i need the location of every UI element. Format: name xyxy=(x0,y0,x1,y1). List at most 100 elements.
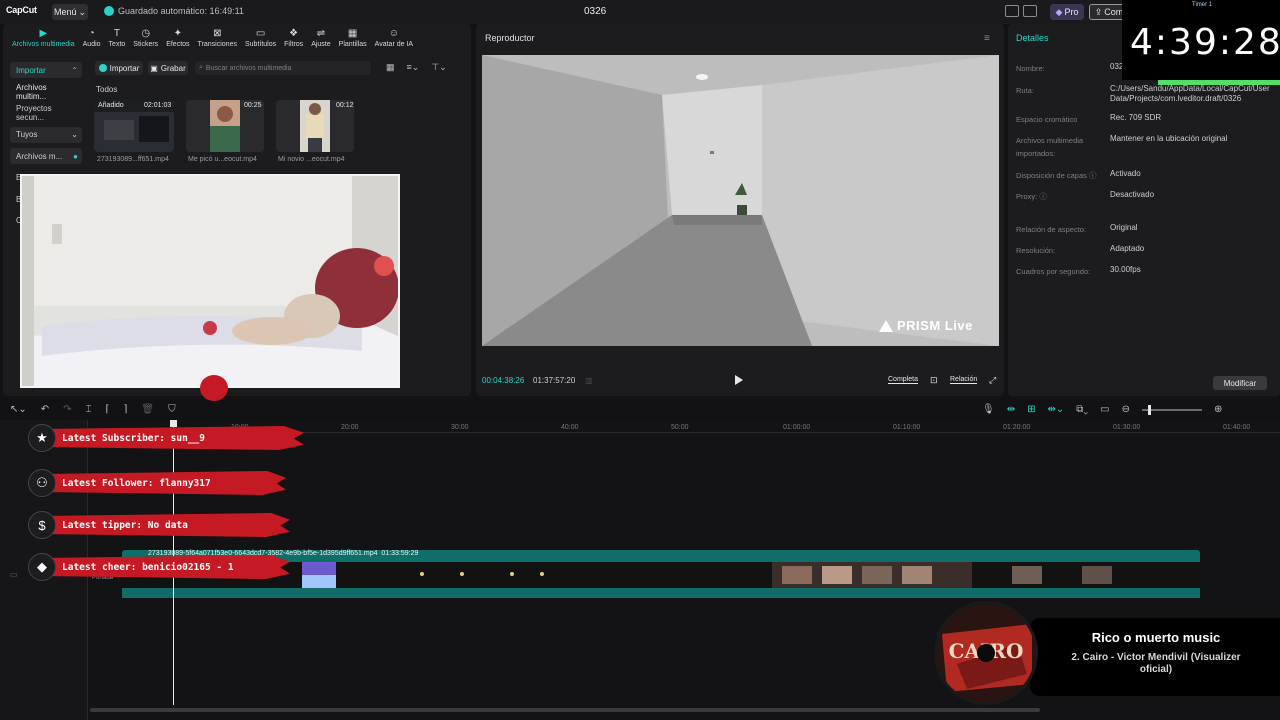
star-icon: ★ xyxy=(28,424,56,452)
chevron-up-icon: ⌃ xyxy=(71,65,78,75)
tab-audio[interactable]: ◔ Audio xyxy=(79,28,105,49)
link-icon[interactable]: ⇹ xyxy=(1007,404,1015,415)
alert-text: Latest Subscriber: sun__9 xyxy=(52,426,304,450)
zoom-slider[interactable] xyxy=(1141,404,1202,415)
split-icon[interactable]: ⌶ xyxy=(86,404,92,415)
export-icon: ⇪ xyxy=(1094,6,1103,17)
detail-row: Proxy: ⓘ xyxy=(1016,190,1047,203)
redo-icon[interactable]: ↷ xyxy=(63,404,71,415)
timer-label: Timer 1 xyxy=(1192,2,1213,8)
autosave-label: Guardado automático: 16:49:11 xyxy=(118,6,244,16)
info-icon[interactable]: ⓘ xyxy=(1087,171,1097,180)
sidebar-item-import[interactable]: Importar ⌃ xyxy=(10,62,82,78)
menu-button[interactable]: Menú ⌄ xyxy=(52,4,88,20)
sidebar-item-media[interactable]: Archivos multim... xyxy=(10,83,82,101)
video-frame xyxy=(482,55,999,346)
select-cursor-icon[interactable]: ↖⌄ xyxy=(10,404,27,415)
tab-filters[interactable]: ❖ Filtros xyxy=(280,27,307,49)
ruler-tick: 50:00 xyxy=(671,424,689,431)
trim-left-icon[interactable]: ⌈ xyxy=(106,404,110,415)
filter-icon[interactable]: ⊤⌄ xyxy=(431,62,446,73)
filters-icon: ❖ xyxy=(289,27,299,39)
tab-subtitles[interactable]: ▭ Subtítulos xyxy=(241,27,280,49)
track-lock-icon[interactable]: ▭ xyxy=(10,570,18,579)
timeline-view-icon[interactable]: ▥ xyxy=(585,376,593,385)
record-label: Grabar xyxy=(160,63,186,73)
text-icon: T xyxy=(113,27,120,39)
record-button[interactable]: ▣ Grabar xyxy=(148,61,188,75)
trim-right-icon[interactable]: ⌉ xyxy=(123,404,127,415)
layout-icon[interactable] xyxy=(1005,5,1019,17)
alert-banner: ◆ Latest cheer: benicio02165 - 1 xyxy=(28,552,290,582)
import-button[interactable]: Importar xyxy=(95,61,143,75)
horizontal-scrollbar[interactable] xyxy=(90,708,1040,712)
menu-icon[interactable]: ≡ xyxy=(984,33,990,44)
tab-label: Subtítulos xyxy=(244,41,277,48)
tab-adjust[interactable]: ⇌ Ajuste xyxy=(307,28,334,49)
crop-icon[interactable]: ⊡ xyxy=(930,375,938,386)
media-duration: 00:12 xyxy=(336,102,354,109)
clip-duration: 01:33:59:29 xyxy=(381,550,419,557)
shortcuts-icon[interactable] xyxy=(1023,5,1037,17)
play-button[interactable] xyxy=(735,375,743,385)
sidebar-item-yours[interactable]: Tuyos ⌄ xyxy=(10,126,82,143)
sort-icon[interactable]: ≡⌄ xyxy=(407,62,420,73)
now-playing-subtitle: 2. Cairo - Victor Mendivil (Visualizer o… xyxy=(1071,652,1241,675)
tab-transitions[interactable]: ⊠ Transiciones xyxy=(194,27,241,49)
zoom-slider-handle[interactable] xyxy=(1147,404,1151,415)
timeline-toolbar-left: ↖⌄ ↶ ↷ ⌶ ⌈ ⌉ 🗑 ⛉ xyxy=(10,404,176,415)
zoom-out-icon[interactable]: ⊖ xyxy=(1122,404,1130,415)
grid-view-icon[interactable]: ▦ xyxy=(386,62,395,73)
full-quality-button[interactable]: Completa xyxy=(888,376,918,384)
timer-progress xyxy=(1158,80,1280,85)
detail-row: Resolución: xyxy=(1016,244,1055,257)
info-icon[interactable]: ⓘ xyxy=(1037,192,1047,201)
detail-key: Nombre: xyxy=(1016,64,1045,73)
detail-key: Espacio cromático xyxy=(1016,115,1078,124)
share-label: Com xyxy=(1104,7,1124,17)
tab-templates[interactable]: ▦ Plantillas xyxy=(335,28,371,49)
total-time: 01:37:57:20 xyxy=(533,376,576,385)
app-logo: CapCut xyxy=(6,5,37,15)
detail-row: Espacio cromático xyxy=(1016,113,1077,126)
ruler-tick: 01:30:00 xyxy=(1113,424,1141,431)
video-preview[interactable] xyxy=(482,55,999,346)
fullscreen-icon[interactable]: ⤢ xyxy=(989,375,996,386)
microphone-icon[interactable]: 🎙 xyxy=(982,404,995,415)
ratio-button[interactable]: Relación xyxy=(950,376,978,384)
ruler-tick: 01:40:00 xyxy=(1223,424,1251,431)
tab-effects[interactable]: ✦ Efectos xyxy=(162,28,193,49)
subtitles-icon: ▭ xyxy=(255,27,266,39)
detail-row: Cuadros por segundo: xyxy=(1016,265,1090,278)
import-icon xyxy=(98,64,107,72)
detail-key: Cuadros por segundo: xyxy=(1016,267,1091,276)
undo-icon[interactable]: ↶ xyxy=(41,404,49,415)
media-duration: 02:01:03 xyxy=(144,102,172,109)
ruler-tick: 01:10:00 xyxy=(893,424,921,431)
tab-stickers[interactable]: ◷ Stickers xyxy=(129,28,162,49)
toolbar-tabs: ▶ Archivos multimedia ◔ Audio T Texto ◷ Stic… xyxy=(8,27,417,49)
detail-value: Adaptado xyxy=(1110,244,1145,253)
shield-icon[interactable]: ⛉ xyxy=(168,404,176,415)
search-input[interactable]: ⌕ Buscar archivos multimedia xyxy=(195,61,371,75)
modify-button[interactable]: Modificar xyxy=(1213,376,1267,390)
ruler-tick: 20:00 xyxy=(341,424,359,431)
tab-ai-avatar[interactable]: ☺ Avatar de IA xyxy=(371,28,417,49)
snap-icon[interactable]: ⇹⌄ xyxy=(1047,404,1064,415)
detail-key: Resolución: xyxy=(1016,246,1056,255)
now-playing-title: Rico o muerto music xyxy=(1091,630,1221,645)
details-title: Detalles xyxy=(1016,33,1049,43)
magnet-icon[interactable]: ⊞ xyxy=(1027,404,1035,415)
zoom-in-icon[interactable]: ⊕ xyxy=(1214,404,1222,415)
sidebar-item-subprojects[interactable]: Proyectos secun... xyxy=(10,104,82,122)
sidebar-item-media-files[interactable]: Archivos m... ● xyxy=(10,148,82,164)
prism-logo-icon xyxy=(879,319,893,332)
preview-axis-icon[interactable]: ⧉⌄ xyxy=(1076,404,1088,415)
caption-icon[interactable]: ▭ xyxy=(1100,404,1109,415)
tab-text[interactable]: T Texto xyxy=(105,27,130,49)
pro-button[interactable]: ◆ Pro xyxy=(1050,4,1084,20)
alert-banner: ★ Latest Subscriber: sun__9 xyxy=(28,423,304,453)
transitions-icon: ⊠ xyxy=(213,27,222,39)
delete-icon[interactable]: 🗑 xyxy=(141,404,154,415)
tab-media[interactable]: ▶ Archivos multimedia xyxy=(8,28,79,49)
